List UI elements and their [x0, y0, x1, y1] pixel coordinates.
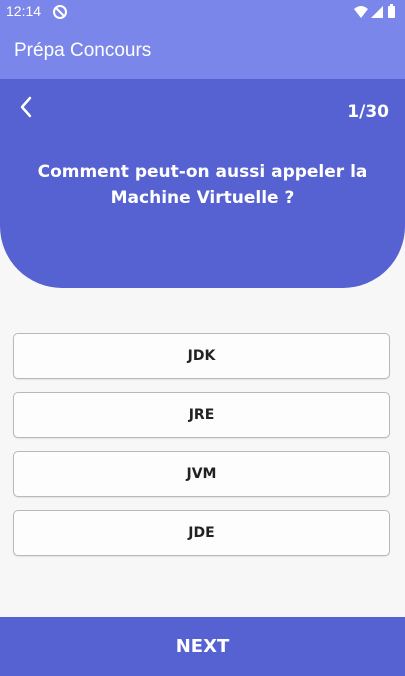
next-button-label: NEXT: [175, 636, 230, 657]
app-bar: Prépa Concours: [0, 24, 405, 79]
status-time: 12:14: [6, 3, 42, 19]
answer-option-jdk[interactable]: JDK: [13, 333, 390, 379]
back-arrow-icon[interactable]: [14, 93, 40, 121]
status-bar: 12:14: [0, 0, 405, 24]
status-icons: [354, 4, 395, 18]
signal-icon: [371, 6, 383, 18]
answer-option-jvm[interactable]: JVM: [13, 451, 390, 497]
battery-icon: [388, 6, 395, 18]
answer-options: JDK JRE JVM JDE: [13, 333, 390, 569]
wifi-icon: [354, 6, 368, 18]
answer-option-jre[interactable]: JRE: [13, 392, 390, 438]
next-button[interactable]: NEXT: [0, 617, 405, 676]
app-notification-icon: [53, 5, 67, 19]
answer-option-jde[interactable]: JDE: [13, 510, 390, 556]
question-header: 1/30 Comment peut-on aussi appeler la Ma…: [0, 79, 405, 288]
question-text: Comment peut-on aussi appeler la Machine…: [37, 162, 368, 208]
question-progress: 1/30: [347, 102, 389, 122]
app-title: Prépa Concours: [14, 40, 152, 61]
